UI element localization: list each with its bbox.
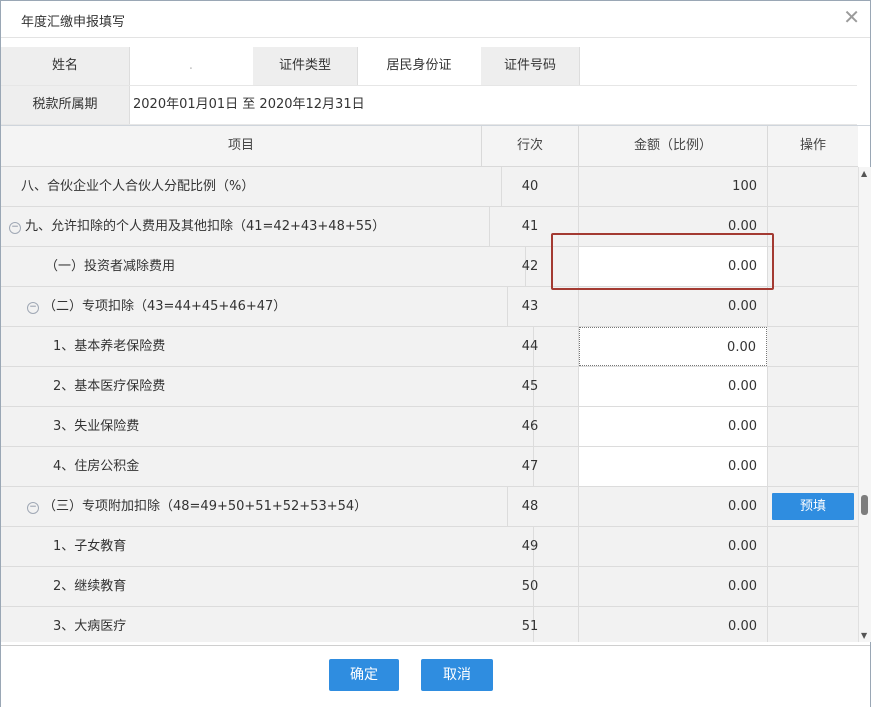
header-row-no: 行次 bbox=[482, 126, 579, 166]
row-amount: 0.00 bbox=[579, 207, 768, 246]
vertical-scrollbar[interactable]: ▲ ▼ bbox=[858, 167, 871, 642]
row-number: 48 bbox=[482, 487, 579, 526]
row-operation bbox=[768, 367, 858, 406]
row-item[interactable]: − （三）专项附加扣除（48=49+50+51+52+53+54） bbox=[1, 487, 508, 526]
row-item-label: 九、允许扣除的个人费用及其他扣除（41=42+43+48+55） bbox=[25, 219, 386, 234]
row-operation bbox=[768, 247, 858, 286]
row-amount: 0.00 bbox=[579, 527, 768, 566]
id-number-value bbox=[580, 47, 734, 85]
row-number: 43 bbox=[482, 287, 579, 326]
row-operation bbox=[768, 207, 858, 246]
row-item-label: （二）专项扣除（43=44+45+46+47） bbox=[43, 299, 287, 314]
row-item: 2、基本医疗保险费 bbox=[1, 367, 534, 406]
scroll-up-icon[interactable]: ▲ bbox=[861, 169, 867, 178]
table-row: 八、合伙企业个人合伙人分配比例（%） 40 100 bbox=[1, 167, 858, 207]
row-operation bbox=[768, 287, 858, 326]
name-label: 姓名 bbox=[1, 47, 130, 85]
row-item: 3、失业保险费 bbox=[1, 407, 534, 446]
name-value: . bbox=[130, 47, 252, 85]
table-row: 1、子女教育 49 0.00 bbox=[1, 527, 858, 567]
row-item: 1、基本养老保险费 bbox=[1, 327, 534, 366]
id-type-label: 证件类型 bbox=[253, 47, 358, 85]
row-operation bbox=[768, 567, 858, 606]
header-amount: 金额（比例） bbox=[579, 126, 768, 166]
row-number: 46 bbox=[482, 407, 579, 446]
row-operation bbox=[768, 407, 858, 446]
confirm-button[interactable]: 确定 bbox=[329, 659, 399, 691]
annual-filing-dialog: 年度汇缴申报填写 ✕ 姓名 . 证件类型 居民身份证 证件号码 税款所属期 20… bbox=[0, 0, 871, 708]
table-row: − （二）专项扣除（43=44+45+46+47） 43 0.00 bbox=[1, 287, 858, 327]
row-number: 49 bbox=[482, 527, 579, 566]
row-item[interactable]: − （二）专项扣除（43=44+45+46+47） bbox=[1, 287, 508, 326]
tax-period-label: 税款所属期 bbox=[1, 86, 130, 124]
info-row-period: 税款所属期 2020年01月01日 至 2020年12月31日 bbox=[1, 86, 857, 125]
table-row: 2、继续教育 50 0.00 bbox=[1, 567, 858, 607]
row-item: 4、住房公积金 bbox=[1, 447, 534, 486]
row-item: 2、继续教育 bbox=[1, 567, 534, 606]
row-item: 3、大病医疗 bbox=[1, 607, 534, 642]
row-number: 41 bbox=[482, 207, 579, 246]
scrollbar-thumb[interactable] bbox=[861, 495, 868, 515]
row-amount: 0.00 bbox=[579, 287, 768, 326]
table-row: 3、大病医疗 51 0.00 bbox=[1, 607, 858, 642]
table-row: 2、基本医疗保险费 45 0.00 bbox=[1, 367, 858, 407]
prefill-button[interactable]: 预填 bbox=[772, 493, 854, 520]
row-item[interactable]: − 九、允许扣除的个人费用及其他扣除（41=42+43+48+55） bbox=[1, 207, 490, 246]
header-operation: 操作 bbox=[799, 138, 826, 153]
row-number: 51 bbox=[482, 607, 579, 642]
close-icon[interactable]: ✕ bbox=[843, 7, 860, 27]
table-row: − 九、允许扣除的个人费用及其他扣除（41=42+43+48+55） 41 0.0… bbox=[1, 207, 858, 247]
row-item: （一）投资者减除费用 bbox=[1, 247, 526, 286]
row-number: 42 bbox=[482, 247, 579, 286]
row-operation: 预填 bbox=[768, 487, 858, 526]
id-type-value: 居民身份证 bbox=[358, 47, 480, 85]
row-operation bbox=[768, 527, 858, 566]
tax-period-value: 2020年01月01日 至 2020年12月31日 bbox=[133, 86, 365, 124]
row-operation bbox=[768, 327, 858, 366]
table-row: 3、失业保险费 46 0.00 bbox=[1, 407, 858, 447]
row-number: 40 bbox=[482, 167, 579, 206]
row-amount: 0.00 bbox=[579, 607, 768, 642]
dialog-title: 年度汇缴申报填写 bbox=[21, 15, 126, 30]
cancel-button[interactable]: 取消 bbox=[421, 659, 493, 691]
row-amount: 0.00 bbox=[579, 487, 768, 526]
row-number: 44 bbox=[482, 327, 579, 366]
scroll-down-icon[interactable]: ▼ bbox=[861, 631, 867, 640]
row-item-label: （三）专项附加扣除（48=49+50+51+52+53+54） bbox=[43, 499, 368, 514]
dialog-footer: 确定 取消 bbox=[1, 645, 870, 708]
housing-fund-input[interactable]: 0.00 bbox=[579, 447, 768, 486]
header-item: 项目 bbox=[1, 126, 482, 166]
deduction-table: 项目 行次 金额（比例） 操作 八、合伙企业个人合伙人分配比例（%） 40 10… bbox=[1, 125, 871, 646]
collapse-circle-icon[interactable]: − bbox=[27, 502, 39, 514]
table-header: 项目 行次 金额（比例） 操作 bbox=[1, 126, 858, 167]
pension-insurance-input[interactable]: 0.00 bbox=[579, 327, 767, 366]
row-amount: 0.00 bbox=[579, 567, 768, 606]
investor-deduction-input[interactable]: 0.00 bbox=[579, 247, 768, 286]
table-row: （一）投资者减除费用 42 0.00 bbox=[1, 247, 858, 287]
id-number-label: 证件号码 bbox=[481, 47, 580, 85]
table-row: 1、基本养老保险费 44 0.00 bbox=[1, 327, 858, 367]
table-body: 八、合伙企业个人合伙人分配比例（%） 40 100 − 九、允许扣除的个人费用及其… bbox=[1, 167, 858, 642]
row-operation bbox=[768, 607, 858, 642]
table-row: − （三）专项附加扣除（48=49+50+51+52+53+54） 48 0.00… bbox=[1, 487, 858, 527]
unemployment-insurance-input[interactable]: 0.00 bbox=[579, 407, 768, 446]
table-row: 4、住房公积金 47 0.00 bbox=[1, 447, 858, 487]
medical-insurance-input[interactable]: 0.00 bbox=[579, 367, 768, 406]
row-number: 50 bbox=[482, 567, 579, 606]
collapse-circle-icon[interactable]: − bbox=[27, 302, 39, 314]
info-row-identity: 姓名 . 证件类型 居民身份证 证件号码 bbox=[1, 47, 857, 86]
row-number: 47 bbox=[482, 447, 579, 486]
row-amount: 100 bbox=[579, 167, 768, 206]
collapse-circle-icon[interactable]: − bbox=[9, 222, 21, 234]
row-number: 45 bbox=[482, 367, 579, 406]
row-operation bbox=[768, 167, 858, 206]
row-item: 八、合伙企业个人合伙人分配比例（%） bbox=[1, 167, 502, 206]
row-operation bbox=[768, 447, 858, 486]
dialog-titlebar: 年度汇缴申报填写 ✕ bbox=[1, 1, 870, 38]
taxpayer-info: 姓名 . 证件类型 居民身份证 证件号码 税款所属期 2020年01月01日 至… bbox=[1, 47, 857, 125]
row-item: 1、子女教育 bbox=[1, 527, 534, 566]
